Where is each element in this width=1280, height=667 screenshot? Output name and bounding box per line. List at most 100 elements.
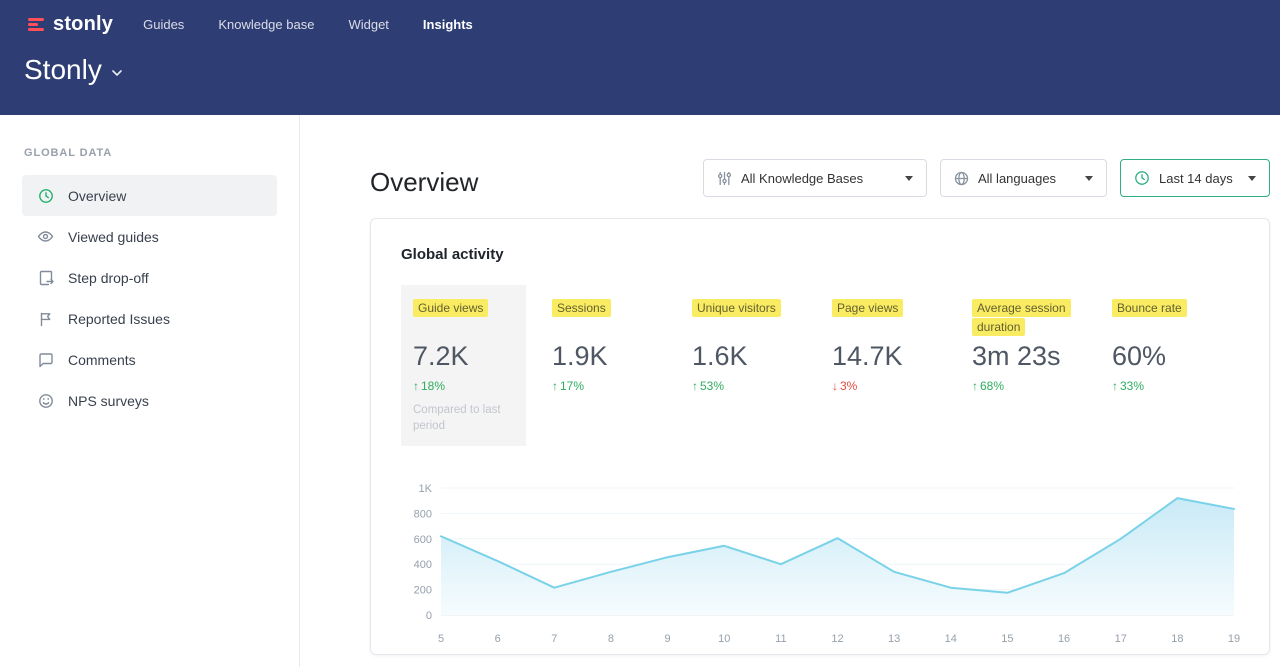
svg-text:10: 10 (718, 633, 730, 645)
workspace-row: Stonly (0, 42, 1280, 86)
languages-filter[interactable]: All languages (940, 159, 1107, 197)
svg-text:17: 17 (1115, 633, 1127, 645)
metric-delta: ↑53% (692, 379, 832, 393)
trend-arrow-icon: ↑ (552, 379, 558, 393)
sidebar-item-reported-issues[interactable]: Reported Issues (22, 298, 277, 339)
workspace-name: Stonly (24, 54, 102, 86)
nav-widget[interactable]: Widget (348, 17, 388, 32)
nav-guides[interactable]: Guides (143, 17, 184, 32)
svg-text:5: 5 (438, 633, 444, 645)
metric-label: Guide views (413, 299, 488, 317)
svg-text:13: 13 (888, 633, 900, 645)
metric-page-views[interactable]: Page views 14.7K ↓3% (832, 285, 972, 393)
metric-value: 1.9K (552, 341, 692, 372)
metric-label: Sessions (552, 299, 611, 317)
svg-text:600: 600 (414, 534, 432, 546)
metrics-row: Guide views 7.2K ↑18% Compared to last p… (401, 285, 1239, 446)
svg-text:11: 11 (775, 633, 786, 645)
sidebar-section-label: GLOBAL DATA (0, 147, 299, 159)
globe-icon (954, 171, 969, 186)
sidebar-item-viewed-guides[interactable]: Viewed guides (22, 216, 277, 257)
metric-guide-views[interactable]: Guide views 7.2K ↑18% Compared to last p… (401, 285, 526, 446)
metric-label: Bounce rate (1112, 299, 1187, 317)
metric-delta: ↑18% (413, 379, 514, 393)
metric-value: 3m 23s (972, 341, 1112, 372)
svg-text:16: 16 (1058, 633, 1070, 645)
overview-icon (37, 187, 54, 204)
knowledge-bases-filter[interactable]: All Knowledge Bases (703, 159, 927, 197)
main-header: Overview All Knowledge Bases All lang (300, 115, 1280, 198)
filters-bar: All Knowledge Bases All languages (703, 159, 1270, 197)
svg-text:0: 0 (426, 610, 432, 622)
stonly-logo[interactable]: stonly (28, 13, 113, 36)
sidebar-item-label: Reported Issues (68, 311, 170, 327)
metric-value: 60% (1112, 341, 1252, 372)
eye-icon (37, 228, 54, 245)
svg-text:1K: 1K (419, 483, 433, 495)
sidebar-item-nps-surveys[interactable]: NPS surveys (22, 380, 277, 421)
top-nav-links: Guides Knowledge base Widget Insights (143, 17, 473, 32)
trend-arrow-icon: ↓ (832, 379, 838, 393)
sidebar-item-label: Step drop-off (68, 270, 149, 286)
sidebar-item-label: Overview (68, 188, 126, 204)
nav-insights[interactable]: Insights (423, 17, 473, 32)
sidebar-item-comments[interactable]: Comments (22, 339, 277, 380)
sidebar-item-label: Viewed guides (68, 229, 159, 245)
workspace-selector[interactable]: Stonly (24, 54, 122, 86)
metric-unique-visitors[interactable]: Unique visitors 1.6K ↑53% (692, 285, 832, 393)
card-title: Global activity (401, 246, 1239, 263)
metric-delta: ↑68% (972, 379, 1112, 393)
app-header: stonly Guides Knowledge base Widget Insi… (0, 0, 1280, 115)
svg-text:12: 12 (831, 633, 843, 645)
sidebar: GLOBAL DATA Overview Viewed guides Step … (0, 115, 300, 667)
brand-name: stonly (53, 13, 113, 36)
metric-delta: ↑33% (1112, 379, 1252, 393)
metric-value: 1.6K (692, 341, 832, 372)
trend-arrow-icon: ↑ (972, 379, 978, 393)
metric-delta: ↑17% (552, 379, 692, 393)
svg-text:7: 7 (551, 633, 557, 645)
area-chart: 02004006008001K5678910111213141516171819 (401, 478, 1241, 650)
date-range-filter[interactable]: Last 14 days (1120, 159, 1270, 197)
stonly-logo-icon (28, 18, 44, 31)
languages-filter-value: All languages (978, 171, 1056, 186)
trend-arrow-icon: ↑ (1112, 379, 1118, 393)
svg-text:200: 200 (414, 585, 432, 597)
svg-text:9: 9 (665, 633, 671, 645)
top-navigation: stonly Guides Knowledge base Widget Insi… (0, 0, 1280, 42)
trend-arrow-icon: ↑ (413, 379, 419, 393)
stonly-insights-app: stonly Guides Knowledge base Widget Insi… (0, 0, 1280, 667)
knowledge-bases-filter-value: All Knowledge Bases (741, 171, 863, 186)
svg-text:6: 6 (495, 633, 501, 645)
metric-average-session-duration[interactable]: Average session duration 3m 23s ↑68% (972, 285, 1112, 393)
trend-arrow-icon: ↑ (692, 379, 698, 393)
sidebar-item-step-drop-off[interactable]: Step drop-off (22, 257, 277, 298)
caret-down-icon (905, 176, 913, 181)
svg-text:19: 19 (1228, 633, 1240, 645)
flag-icon (37, 310, 54, 327)
svg-text:14: 14 (945, 633, 957, 645)
metric-note: Compared to last period (413, 402, 509, 434)
sidebar-item-label: NPS surveys (68, 393, 149, 409)
smiley-icon (37, 392, 54, 409)
sidebar-item-overview[interactable]: Overview (22, 175, 277, 216)
global-activity-card: Global activity Guide views 7.2K ↑18% Co… (370, 218, 1270, 655)
main-content: Overview All Knowledge Bases All lang (300, 115, 1280, 667)
metric-bounce-rate[interactable]: Bounce rate 60% ↑33% (1112, 285, 1252, 393)
svg-text:8: 8 (608, 633, 614, 645)
clock-icon (1134, 170, 1150, 186)
svg-text:18: 18 (1171, 633, 1183, 645)
nav-knowledge-base[interactable]: Knowledge base (218, 17, 314, 32)
metric-label: Average session duration (972, 299, 1071, 336)
metric-value: 14.7K (832, 341, 972, 372)
step-dropoff-icon (37, 269, 54, 286)
sliders-icon (717, 171, 732, 186)
metric-label: Page views (832, 299, 903, 317)
metric-label: Unique visitors (692, 299, 781, 317)
chevron-down-icon (112, 70, 122, 76)
comment-icon (37, 351, 54, 368)
metric-value: 7.2K (413, 341, 514, 372)
activity-chart: 02004006008001K5678910111213141516171819 (401, 478, 1239, 655)
sidebar-item-label: Comments (68, 352, 136, 368)
metric-sessions[interactable]: Sessions 1.9K ↑17% (552, 285, 692, 393)
